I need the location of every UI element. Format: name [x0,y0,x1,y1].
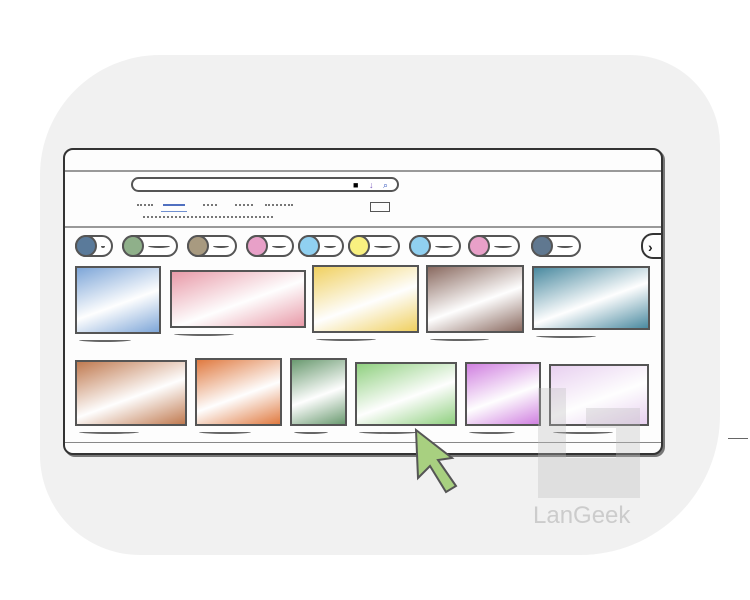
filter-row[interactable] [143,214,273,218]
chip-label [101,244,105,248]
filter-chip[interactable] [246,235,294,257]
mouse-cursor-icon [414,428,458,494]
chip-thumbnail [246,235,268,257]
filter-chip[interactable] [348,235,400,257]
chip-label [557,244,573,248]
chip-label [324,244,336,248]
image-caption[interactable] [79,430,139,434]
tab-4[interactable] [235,202,253,206]
chip-thumbnail [298,235,320,257]
image-thumbnail[interactable] [75,266,161,334]
image-caption[interactable] [359,430,419,434]
filter-chip[interactable] [122,235,178,257]
chip-label [148,244,170,248]
image-thumbnail[interactable] [532,266,650,330]
camera-icon[interactable]: ■ [353,181,358,190]
watermark-text: LanGeek [533,502,631,529]
active-tab-underline [161,211,187,212]
search-input[interactable]: ■ ↓ ⌕ [131,177,399,192]
image-caption[interactable] [79,338,131,342]
chip-thumbnail [348,235,370,257]
image-caption[interactable] [430,337,489,341]
tab-images[interactable] [163,202,185,206]
chip-label [374,244,392,248]
chip-label [213,244,229,248]
chip-thumbnail [75,235,97,257]
tools-button[interactable] [370,202,390,212]
chip-thumbnail [531,235,553,257]
chip-label [435,244,453,248]
header-divider [65,226,661,228]
image-thumbnail[interactable] [170,270,306,328]
filter-chip[interactable] [298,235,344,257]
image-caption[interactable] [174,332,234,336]
tab-5[interactable] [265,202,293,206]
image-thumbnail[interactable] [290,358,347,426]
chip-thumbnail [187,235,209,257]
microphone-icon[interactable]: ↓ [369,181,374,190]
chip-thumbnail [409,235,431,257]
image-thumbnail[interactable] [75,360,187,426]
side-mark [728,438,748,439]
filter-chip[interactable] [187,235,237,257]
tab-all[interactable] [137,202,153,206]
toolbar-divider [65,170,661,172]
image-thumbnail[interactable] [312,265,419,333]
image-thumbnail[interactable] [195,358,282,426]
chevron-right-icon[interactable]: › [641,233,663,259]
image-caption[interactable] [316,337,376,341]
chip-thumbnail [468,235,490,257]
filter-chip[interactable] [531,235,581,257]
chip-label [494,244,512,248]
image-caption[interactable] [294,430,329,434]
chip-label [272,244,286,248]
langeek-logo [538,388,640,498]
image-thumbnail[interactable] [355,362,457,426]
search-icon[interactable]: ⌕ [383,181,388,190]
image-caption[interactable] [536,334,596,338]
chip-thumbnail [122,235,144,257]
filter-chip[interactable] [75,235,113,257]
image-thumbnail[interactable] [426,265,524,333]
filter-chip[interactable] [468,235,520,257]
image-caption[interactable] [199,430,252,434]
tab-3[interactable] [203,202,217,206]
image-caption[interactable] [469,430,515,434]
filter-chip[interactable] [409,235,461,257]
